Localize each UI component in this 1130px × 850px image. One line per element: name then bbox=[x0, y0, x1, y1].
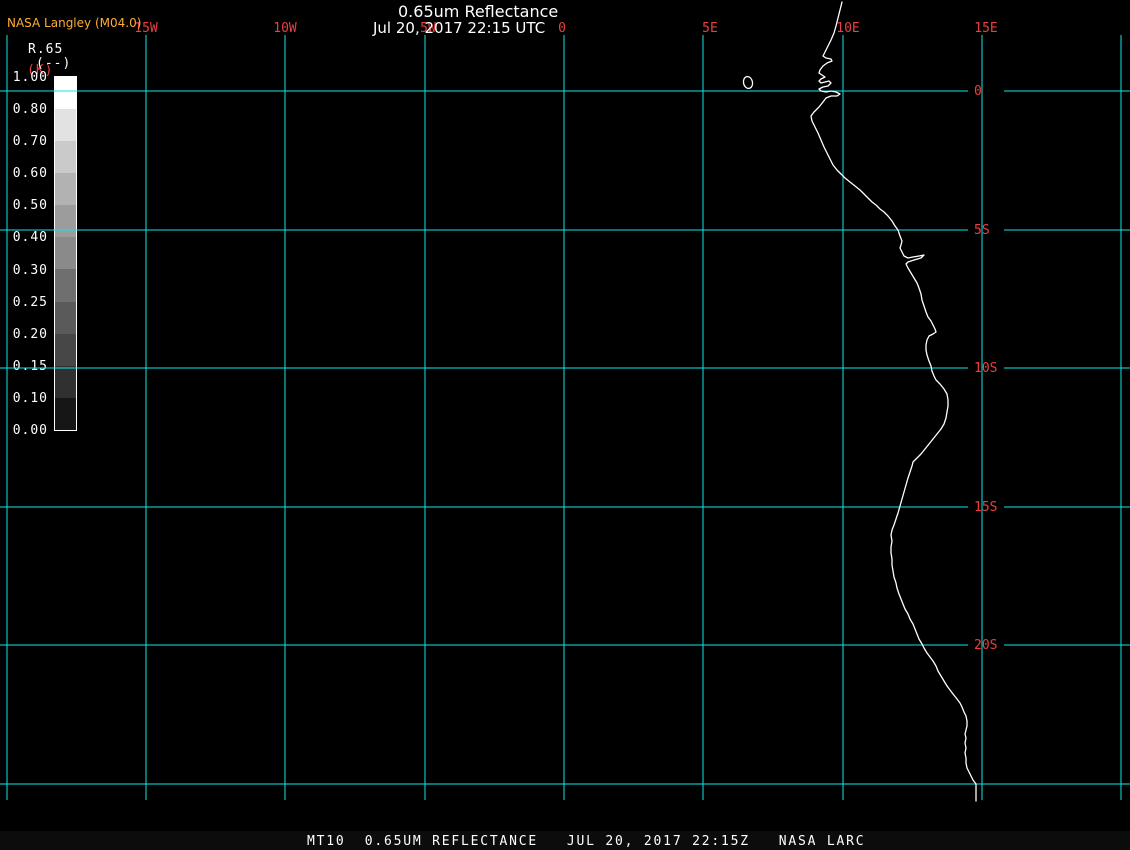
status-bar: MT10 0.65UM REFLECTANCE JUL 20, 2017 22:… bbox=[0, 831, 1130, 850]
lon-label-10e: 10E bbox=[836, 21, 860, 36]
lon-label-10w: 10W bbox=[273, 21, 297, 36]
satellite-map-screen: NASA Langley (M04.0) 0.65um Reflectance … bbox=[0, 0, 1130, 850]
lat-label-0: 0 bbox=[974, 84, 982, 99]
lat-label-10s: 10S bbox=[974, 361, 998, 376]
coastline bbox=[810, 1, 977, 802]
status-bar-text: MT10 0.65UM REFLECTANCE JUL 20, 2017 22:… bbox=[307, 834, 866, 849]
island-outline bbox=[742, 75, 754, 90]
lon-label-5e: 5E bbox=[702, 21, 718, 36]
lat-label-20s: 20S bbox=[974, 638, 998, 653]
map-canvas bbox=[0, 1, 1130, 802]
lat-label-5s: 5S bbox=[974, 223, 990, 238]
branding: NASA Langley (M04.0) bbox=[7, 16, 142, 30]
page-subtitle: Jul 20, 2017 22:15 UTC bbox=[373, 19, 546, 37]
lon-label-0: 0 bbox=[558, 21, 566, 36]
lon-label-15e: 15E bbox=[974, 21, 998, 36]
lat-label-15s: 15S bbox=[974, 500, 998, 515]
